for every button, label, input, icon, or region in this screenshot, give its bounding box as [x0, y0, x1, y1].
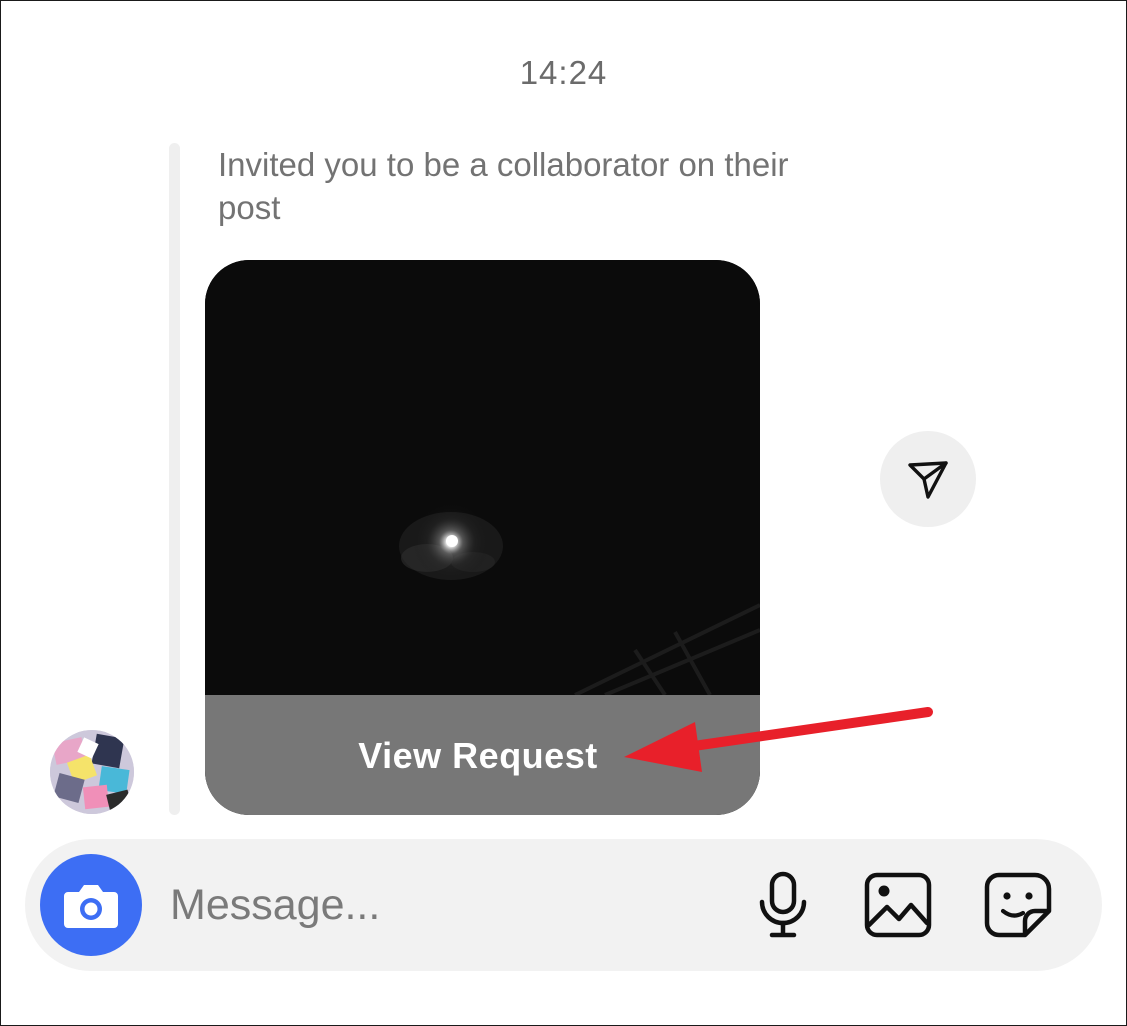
voice-message-button[interactable]: [747, 869, 819, 941]
reply-indicator-bar: [169, 143, 180, 815]
sender-avatar[interactable]: [50, 730, 134, 814]
avatar-image: [50, 730, 134, 814]
share-post-button[interactable]: [880, 431, 976, 527]
message-timestamp: 14:24: [519, 54, 608, 91]
message-input[interactable]: [170, 875, 730, 935]
gallery-button[interactable]: [862, 869, 934, 941]
camera-icon: [64, 885, 118, 928]
sticker-icon: [984, 872, 1052, 938]
collaborator-invite-text: Invited you to be a collaborator on thei…: [218, 146, 789, 226]
microphone-icon: [759, 871, 807, 938]
paper-plane-icon: [908, 461, 948, 499]
gallery-icon: [864, 872, 932, 938]
camera-button[interactable]: [40, 854, 142, 956]
message-composer: [25, 839, 1102, 971]
post-photo: [205, 260, 760, 695]
view-request-label: View Request: [358, 735, 598, 776]
sticker-button[interactable]: [982, 869, 1054, 941]
view-request-button[interactable]: View Request: [205, 695, 760, 815]
shared-post-card[interactable]: View Request: [205, 260, 760, 815]
